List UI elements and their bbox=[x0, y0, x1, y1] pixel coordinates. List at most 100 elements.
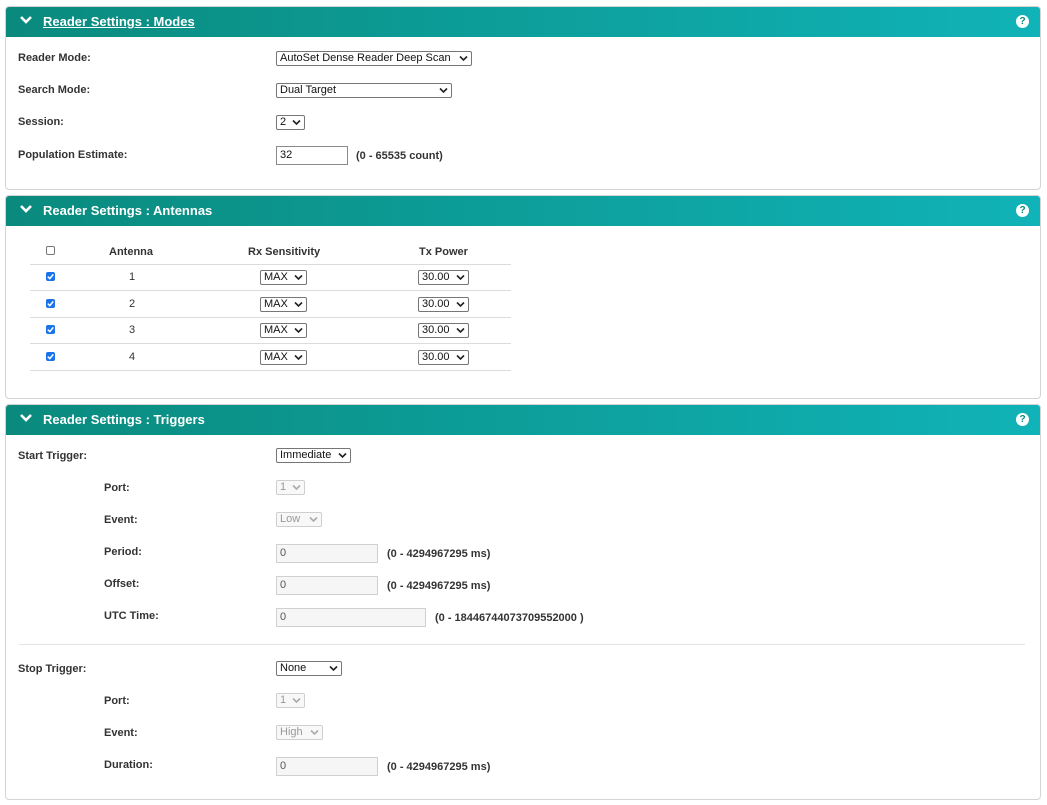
period-label: Period: bbox=[104, 546, 142, 558]
antennas-panel-header[interactable]: Reader Settings : Antennas ? bbox=[6, 196, 1040, 226]
modes-panel-title[interactable]: Reader Settings : Modes bbox=[43, 14, 195, 29]
stop-port-select[interactable]: 1 bbox=[276, 693, 305, 708]
tx-power-value: 30.00 bbox=[422, 297, 450, 310]
rx-sensitivity-select[interactable]: MAX bbox=[260, 296, 307, 312]
tx-power-value: 30.00 bbox=[422, 271, 450, 283]
tx-power-select[interactable]: 30.00 bbox=[418, 349, 469, 365]
offset-input[interactable]: 0 bbox=[276, 576, 378, 595]
utc-time-label: UTC Time: bbox=[104, 610, 159, 622]
table-divider bbox=[30, 290, 511, 291]
reader-mode-value: AutoSet Dense Reader Deep Scan bbox=[280, 52, 451, 64]
modes-panel: Reader Settings : Modes ? Reader Mode: A… bbox=[5, 6, 1041, 190]
start-port-select[interactable]: 1 bbox=[276, 480, 305, 495]
antennas-panel: Reader Settings : Antennas ? Antenna Rx … bbox=[5, 195, 1041, 399]
utc-time-input[interactable]: 0 bbox=[276, 608, 426, 627]
chevron-down-icon bbox=[329, 665, 338, 672]
rx-sensitivity-select[interactable]: MAX bbox=[260, 270, 307, 285]
offset-label: Offset: bbox=[104, 578, 140, 590]
rx-sensitivity-select[interactable]: MAX bbox=[260, 323, 307, 338]
start-port-value: 1 bbox=[280, 481, 287, 493]
stop-event-value: High bbox=[280, 726, 303, 738]
stop-trigger-label: Stop Trigger: bbox=[18, 663, 87, 675]
population-estimate-label: Population Estimate: bbox=[18, 149, 128, 161]
table-divider bbox=[30, 343, 511, 344]
population-estimate-input[interactable]: 32 bbox=[276, 146, 348, 165]
population-estimate-range: (0 - 65535 count) bbox=[356, 150, 443, 162]
chevron-down-icon bbox=[456, 274, 465, 281]
search-mode-select[interactable]: Dual Target bbox=[276, 83, 452, 98]
reader-mode-select[interactable]: AutoSet Dense Reader Deep Scan bbox=[276, 51, 472, 66]
antenna-checkbox[interactable] bbox=[46, 298, 55, 308]
start-trigger-select[interactable]: Immediate bbox=[276, 448, 351, 463]
session-select[interactable]: 2 bbox=[276, 115, 305, 130]
antenna-number: 2 bbox=[129, 297, 136, 310]
tx-power-value: 30.00 bbox=[422, 350, 450, 363]
table-divider bbox=[30, 369, 511, 371]
antenna-checkbox[interactable] bbox=[46, 351, 55, 361]
chevron-down-icon[interactable] bbox=[19, 411, 33, 425]
period-range: (0 - 4294967295 ms) bbox=[387, 548, 491, 560]
stop-port-value: 1 bbox=[280, 694, 287, 706]
antenna-checkbox[interactable] bbox=[46, 272, 55, 281]
chevron-down-icon bbox=[456, 301, 465, 307]
tx-power-select[interactable]: 30.00 bbox=[418, 296, 469, 312]
antenna-checkbox[interactable] bbox=[46, 325, 55, 334]
stop-trigger-select[interactable]: None bbox=[276, 661, 342, 676]
help-icon[interactable]: ? bbox=[1016, 204, 1029, 217]
chevron-down-icon bbox=[294, 354, 303, 360]
chevron-down-icon bbox=[456, 327, 465, 334]
triggers-panel: Reader Settings : Triggers ? Start Trigg… bbox=[5, 404, 1041, 800]
chevron-down-icon bbox=[309, 516, 318, 523]
chevron-down-icon bbox=[456, 354, 465, 360]
chevron-down-icon[interactable] bbox=[19, 202, 33, 216]
period-input[interactable]: 0 bbox=[276, 544, 378, 563]
reader-mode-label: Reader Mode: bbox=[18, 52, 91, 64]
tx-power-select[interactable]: 30.00 bbox=[418, 270, 469, 285]
start-port-label: Port: bbox=[104, 482, 130, 494]
rx-sensitivity-value: MAX bbox=[264, 324, 288, 336]
stop-trigger-value: None bbox=[280, 662, 307, 674]
select-all-checkbox[interactable] bbox=[46, 246, 55, 255]
table-divider bbox=[30, 264, 511, 265]
utc-time-range: (0 - 18446744073709552000 ) bbox=[435, 612, 584, 624]
antenna-number: 1 bbox=[129, 271, 136, 283]
rx-sensitivity-column-header: Rx Sensitivity bbox=[248, 246, 321, 258]
table-divider bbox=[30, 316, 511, 318]
stop-event-select[interactable]: High bbox=[276, 725, 323, 740]
chevron-down-icon bbox=[292, 119, 301, 126]
antennas-panel-title[interactable]: Reader Settings : Antennas bbox=[43, 203, 212, 218]
start-event-label: Event: bbox=[104, 514, 138, 526]
start-event-select[interactable]: Low bbox=[276, 512, 322, 527]
rx-sensitivity-value: MAX bbox=[264, 350, 288, 363]
offset-range: (0 - 4294967295 ms) bbox=[387, 580, 491, 592]
trigger-divider bbox=[19, 644, 1025, 645]
chevron-down-icon bbox=[294, 301, 303, 307]
triggers-panel-title[interactable]: Reader Settings : Triggers bbox=[43, 412, 205, 427]
tx-power-column-header: Tx Power bbox=[419, 246, 468, 258]
chevron-down-icon bbox=[439, 87, 448, 94]
chevron-down-icon bbox=[338, 452, 347, 459]
help-icon[interactable]: ? bbox=[1016, 413, 1029, 426]
antenna-number: 4 bbox=[129, 350, 136, 363]
tx-power-value: 30.00 bbox=[422, 324, 450, 336]
search-mode-value: Dual Target bbox=[280, 84, 337, 96]
antenna-number: 3 bbox=[129, 324, 136, 336]
help-icon[interactable]: ? bbox=[1016, 15, 1029, 28]
stop-port-label: Port: bbox=[104, 695, 130, 707]
triggers-panel-header[interactable]: Reader Settings : Triggers ? bbox=[6, 405, 1040, 435]
modes-panel-header[interactable]: Reader Settings : Modes ? bbox=[6, 7, 1040, 37]
chevron-down-icon bbox=[294, 274, 303, 281]
rx-sensitivity-value: MAX bbox=[264, 271, 288, 283]
duration-label: Duration: bbox=[104, 759, 153, 771]
search-mode-label: Search Mode: bbox=[18, 84, 91, 96]
duration-range: (0 - 4294967295 ms) bbox=[387, 761, 491, 773]
session-label: Session: bbox=[18, 116, 64, 128]
start-trigger-value: Immediate bbox=[280, 449, 332, 461]
tx-power-select[interactable]: 30.00 bbox=[418, 323, 469, 338]
chevron-down-icon[interactable] bbox=[19, 13, 33, 27]
chevron-down-icon bbox=[459, 55, 468, 62]
duration-input[interactable]: 0 bbox=[276, 757, 378, 776]
antenna-column-header: Antenna bbox=[109, 246, 153, 258]
rx-sensitivity-select[interactable]: MAX bbox=[260, 349, 307, 365]
start-event-value: Low bbox=[280, 513, 301, 525]
